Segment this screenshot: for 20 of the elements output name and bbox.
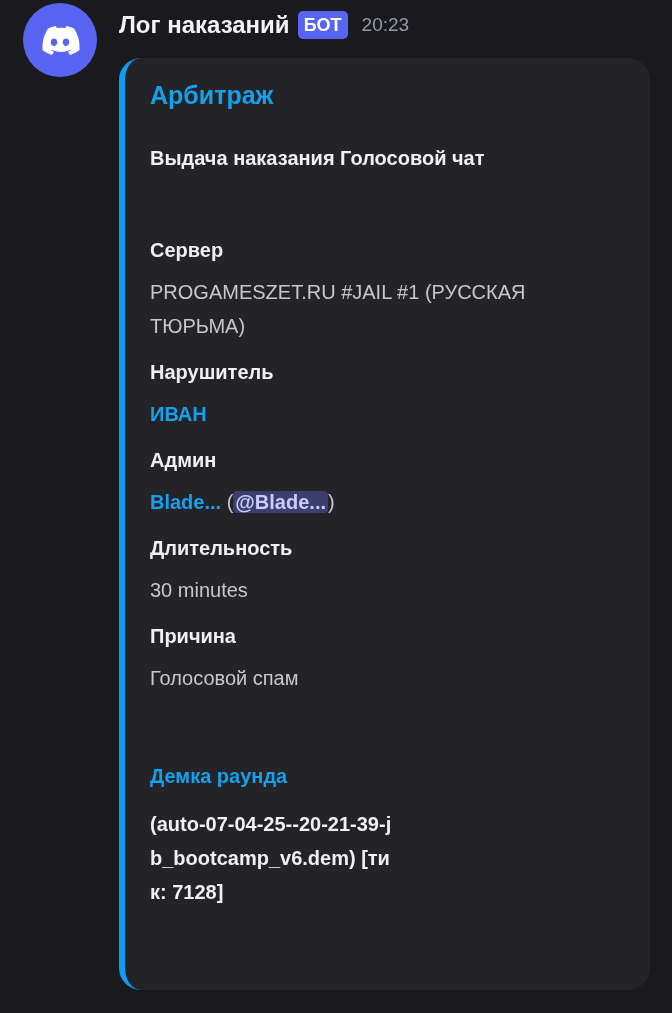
- field-value: Голосовой спам: [150, 667, 299, 689]
- embed-title[interactable]: Арбитраж: [150, 78, 630, 112]
- bot-badge: БОТ: [297, 11, 348, 39]
- demo-filename: (auto-07-04-25--20-21-39-jb_bootcamp_v6.dem) [тик: 7128]: [150, 812, 393, 905]
- field-value: PROGAMESZET.RU #JAIL #1 (РУССКАЯ ТЮРЬМА): [150, 281, 526, 337]
- field-value: Blade... (@Blade...): [150, 490, 336, 515]
- field-name: Админ: [150, 448, 218, 473]
- field-name: Длительность: [150, 536, 294, 561]
- user-link[interactable]: Blade...: [150, 491, 222, 513]
- user-link[interactable]: ИВАН: [150, 403, 207, 425]
- avatar-icon[interactable]: [23, 3, 97, 77]
- embed-description: Выдача наказания Голосовой чат: [150, 146, 486, 171]
- author-name[interactable]: Лог наказаний: [119, 7, 290, 43]
- field-name: Нарушитель: [150, 360, 275, 385]
- section-title: Демка раунда: [150, 764, 289, 789]
- user-mention[interactable]: @Blade...: [233, 491, 328, 513]
- field-name: Сервер: [150, 238, 225, 263]
- field-name: Причина: [150, 624, 237, 649]
- field-value: 30 minutes: [150, 579, 248, 601]
- timestamp: 20:23: [361, 12, 410, 37]
